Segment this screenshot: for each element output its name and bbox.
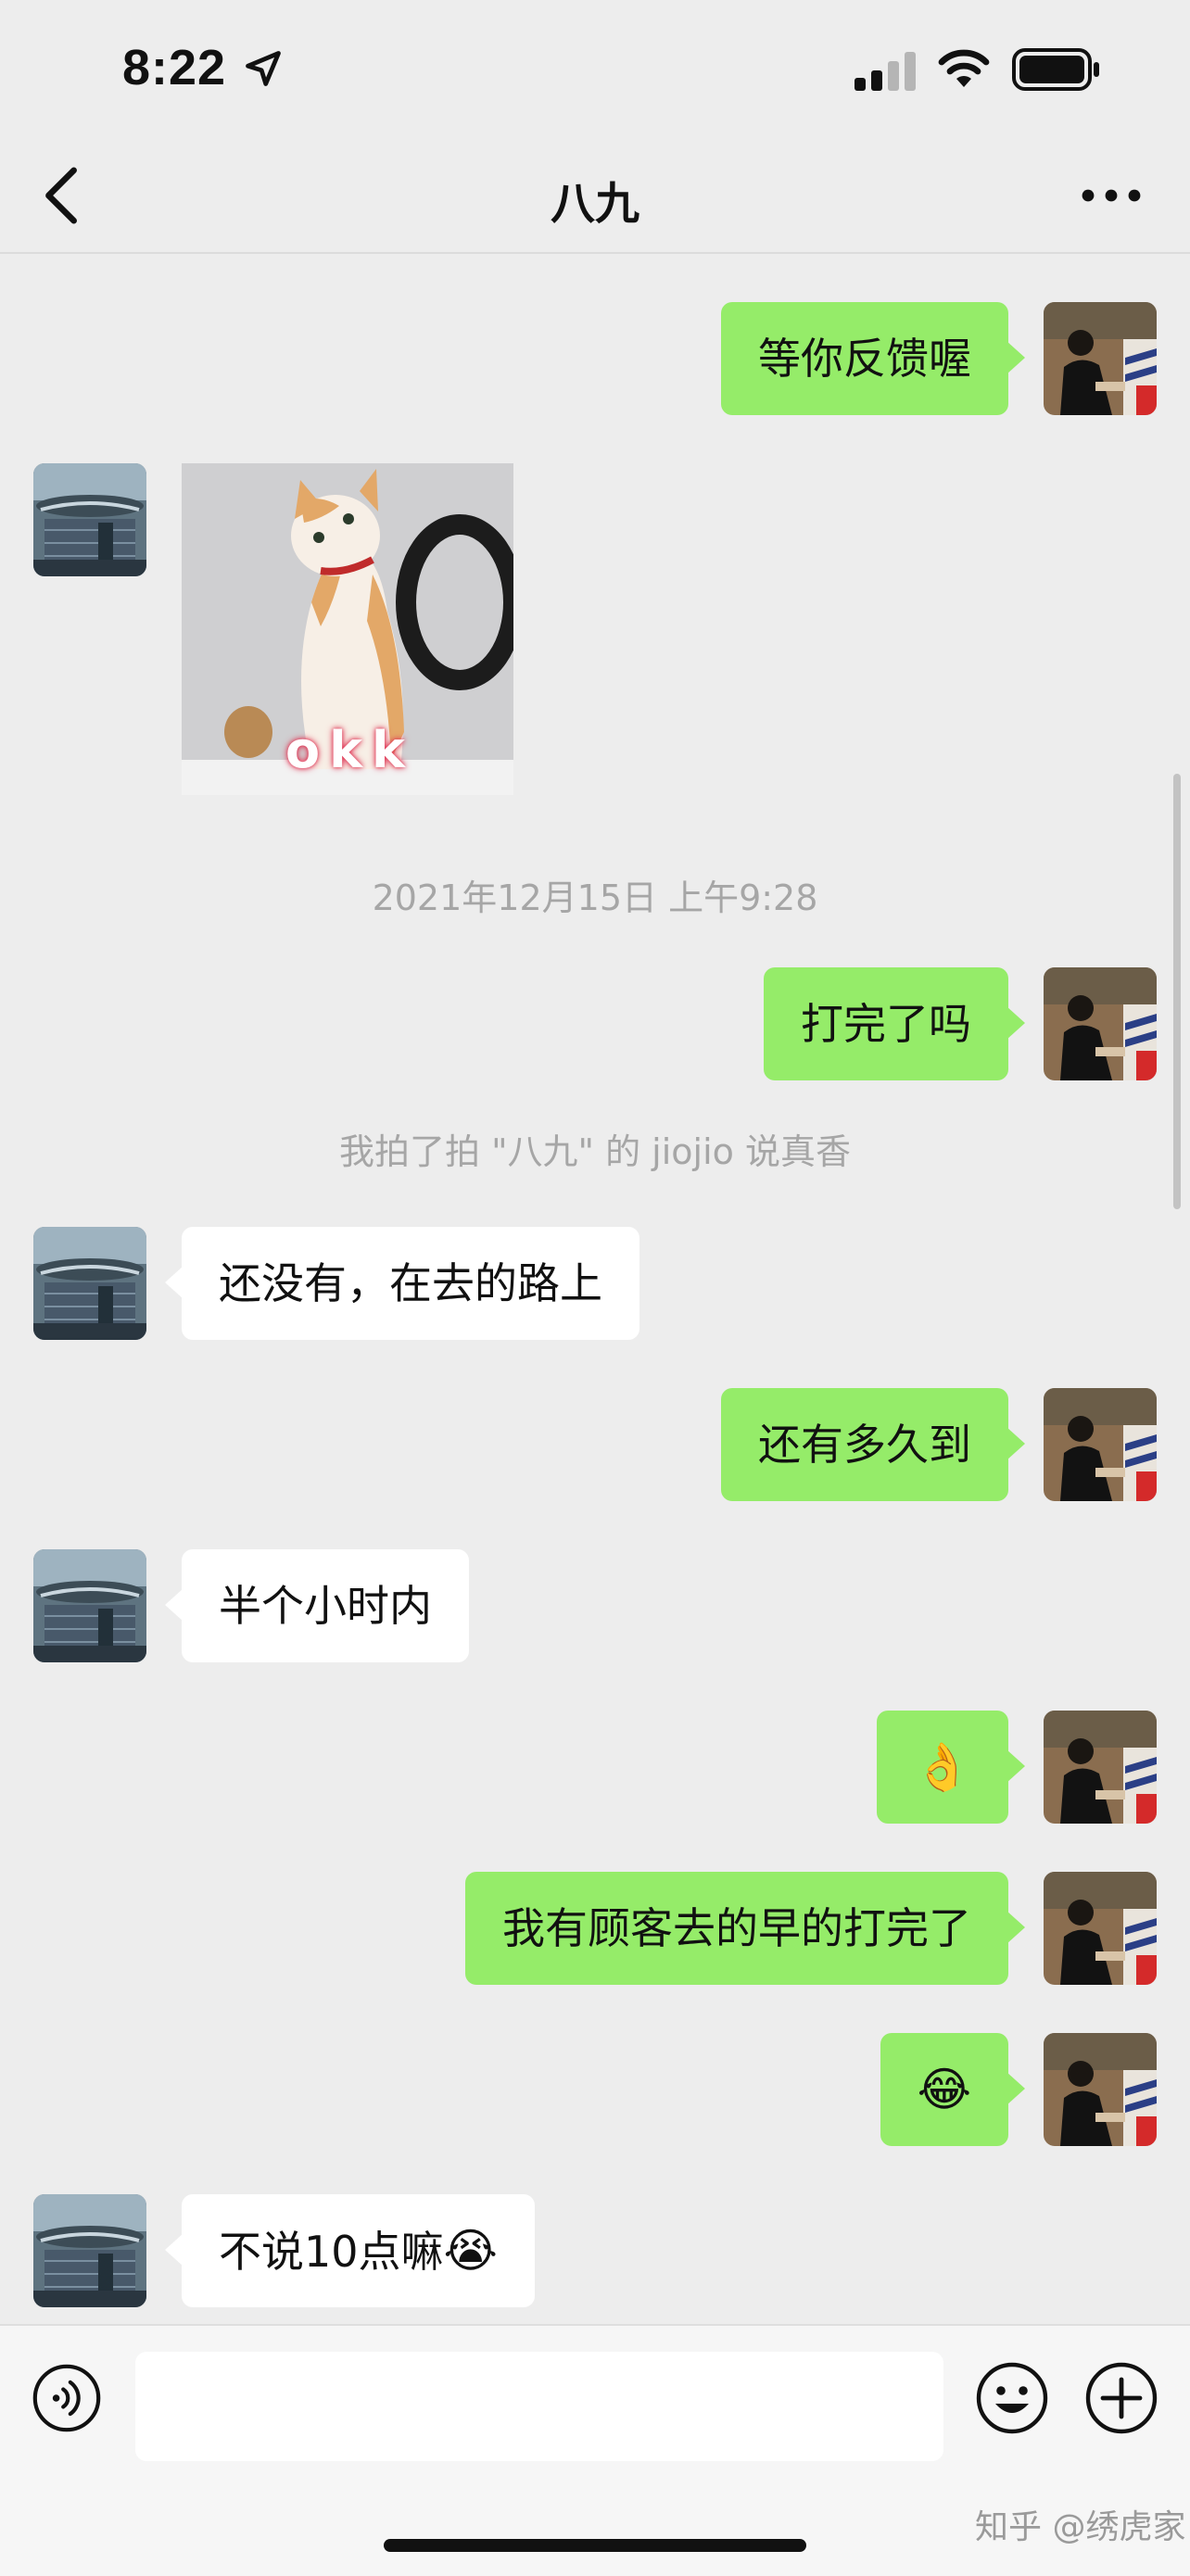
- my-avatar[interactable]: [1044, 2033, 1157, 2146]
- message-bubble-sent[interactable]: 等你反馈喔: [721, 302, 1025, 415]
- tears-of-joy-emoji: 😂: [917, 2063, 971, 2116]
- crying-emoji: 😭: [443, 2224, 498, 2278]
- message-bubble-received[interactable]: 不说10点嘛😭: [165, 2194, 535, 2307]
- message-text: 不说10点嘛: [219, 2227, 444, 2277]
- signal-icon: [855, 52, 916, 91]
- chat-title: 八九: [550, 178, 639, 230]
- watermark: 知乎 @绣虎家: [975, 2508, 1186, 2546]
- message-bubble-received[interactable]: 半个小时内: [165, 1549, 469, 1662]
- my-avatar[interactable]: [1044, 1872, 1157, 1985]
- contact-avatar[interactable]: [33, 1549, 146, 1662]
- contact-avatar[interactable]: [33, 2194, 146, 2307]
- chat-header: 八九: [0, 139, 1190, 254]
- voice-icon[interactable]: [32, 2363, 102, 2433]
- status-bar: 8:22: [0, 0, 1190, 139]
- message-bubble-sent[interactable]: 还有多久到: [721, 1388, 1025, 1501]
- message-bubble-sent[interactable]: 打完了吗: [764, 967, 1025, 1080]
- my-avatar[interactable]: [1044, 302, 1157, 415]
- message-bubble-sent[interactable]: 👌: [876, 1711, 1026, 1824]
- status-time: 8:22: [122, 40, 227, 95]
- location-arrow-icon: [246, 51, 281, 86]
- plus-icon[interactable]: [1084, 2361, 1158, 2435]
- cat-sticker-image[interactable]: okk: [182, 463, 513, 795]
- message-bubble-sent[interactable]: 我有顾客去的早的打完了: [465, 1872, 1025, 1985]
- my-avatar[interactable]: [1044, 967, 1157, 1080]
- my-avatar[interactable]: [1044, 1388, 1157, 1501]
- more-dots-icon[interactable]: [1079, 172, 1144, 219]
- battery-icon: [1012, 48, 1099, 91]
- message-bubble-sent[interactable]: 😂: [880, 2033, 1026, 2146]
- my-avatar[interactable]: [1044, 1711, 1157, 1824]
- pat-notice: 我拍了拍 "八九" 的 jiojio 说真香: [338, 1131, 851, 1172]
- ok-hand-emoji: 👌: [913, 1740, 971, 1794]
- contact-avatar[interactable]: [33, 1227, 146, 1340]
- input-bar: 知乎 @绣虎家: [0, 2324, 1190, 2576]
- message-input[interactable]: [135, 2352, 943, 2461]
- emoji-icon[interactable]: [975, 2361, 1049, 2435]
- wifi-icon: [938, 49, 990, 87]
- sticker-caption: okk: [285, 721, 414, 779]
- home-indicator[interactable]: [384, 2539, 806, 2552]
- message-bubble-received[interactable]: 还没有，在去的路上: [165, 1227, 639, 1340]
- message-timestamp: 2021年12月15日 上午9:28: [372, 878, 818, 918]
- scrollbar[interactable]: [1173, 774, 1181, 1209]
- contact-avatar[interactable]: [33, 463, 146, 576]
